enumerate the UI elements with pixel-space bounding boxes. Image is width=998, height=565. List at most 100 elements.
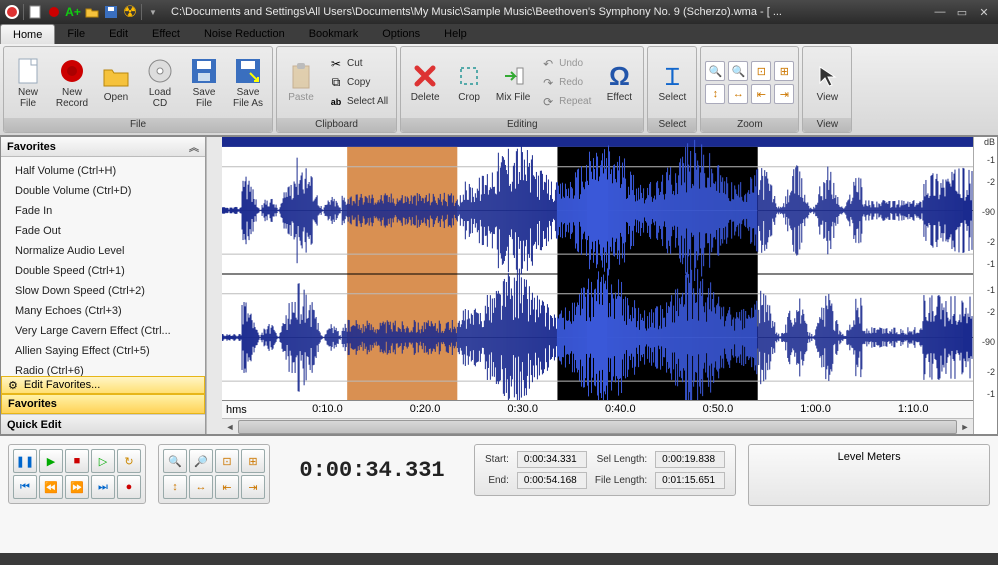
tab-bookmark[interactable]: Bookmark bbox=[297, 24, 371, 44]
end-value[interactable]: 0:00:54.168 bbox=[517, 472, 587, 489]
tab-help[interactable]: Help bbox=[432, 24, 479, 44]
scroll-right-icon[interactable]: ► bbox=[957, 419, 973, 435]
list-item[interactable]: Slow Down Speed (Ctrl+2) bbox=[1, 281, 205, 301]
chevron-up-icon: ︽ bbox=[189, 139, 199, 154]
time-tick: 0:40.0 bbox=[605, 403, 636, 415]
list-item[interactable]: Normalize Audio Level bbox=[1, 241, 205, 261]
edit-favorites-button[interactable]: ⚙Edit Favorites... bbox=[1, 376, 205, 394]
tab-home[interactable]: Home bbox=[0, 24, 55, 44]
start-value[interactable]: 0:00:34.331 bbox=[517, 451, 587, 468]
ribbon: New File New Record Open Load CD Save Fi… bbox=[0, 44, 998, 136]
group-title: Select bbox=[648, 118, 696, 132]
tab-options[interactable]: Options bbox=[370, 24, 432, 44]
open-icon[interactable] bbox=[84, 4, 100, 20]
redo-button[interactable]: ↷Redo bbox=[537, 74, 595, 92]
new-file-button[interactable]: New File bbox=[8, 55, 48, 111]
list-item[interactable]: Double Speed (Ctrl+1) bbox=[1, 261, 205, 281]
mix-file-button[interactable]: Mix File bbox=[493, 60, 533, 105]
db-label: -1 bbox=[987, 259, 995, 269]
sidebar-tab-favorites[interactable]: Favorites bbox=[1, 394, 205, 414]
zoom-full-button[interactable]: ⊡ bbox=[215, 449, 239, 473]
forward-button[interactable]: ⏩ bbox=[65, 475, 89, 499]
repeat-button[interactable]: ⟳Repeat bbox=[537, 93, 595, 111]
list-item[interactable]: Very Large Cavern Effect (Ctrl... bbox=[1, 321, 205, 341]
save-file-button[interactable]: Save File bbox=[184, 55, 224, 111]
scrollbar-thumb[interactable] bbox=[238, 420, 957, 434]
sidebar-scrollbar[interactable] bbox=[206, 137, 222, 434]
zoom-v-out-icon[interactable]: ↔ bbox=[728, 84, 748, 104]
group-title: File bbox=[4, 118, 272, 132]
plus-icon[interactable]: A+ bbox=[65, 4, 81, 20]
go-end-button[interactable]: ⏭ bbox=[91, 475, 115, 499]
horizontal-scrollbar[interactable]: ◄ ► bbox=[222, 418, 973, 434]
tab-edit[interactable]: Edit bbox=[97, 24, 140, 44]
list-item[interactable]: Fade In bbox=[1, 201, 205, 221]
list-item[interactable]: Allien Saying Effect (Ctrl+5) bbox=[1, 341, 205, 361]
zoom-fit-icon[interactable]: ⊡ bbox=[751, 61, 771, 81]
rewind-button[interactable]: ⏪ bbox=[39, 475, 63, 499]
record-button[interactable]: ● bbox=[117, 475, 141, 499]
button-label: Paste bbox=[288, 92, 314, 103]
zoom-left-icon[interactable]: ⇤ bbox=[751, 84, 771, 104]
zoom-right-button[interactable]: ⇥ bbox=[241, 475, 265, 499]
list-item[interactable]: Half Volume (Ctrl+H) bbox=[1, 161, 205, 181]
list-item[interactable]: Double Volume (Ctrl+D) bbox=[1, 181, 205, 201]
play-button[interactable]: ▶ bbox=[39, 449, 63, 473]
cut-button[interactable]: ✂Cut bbox=[325, 55, 392, 73]
hazard-icon[interactable]: ☢ bbox=[122, 4, 138, 20]
view-button[interactable]: View bbox=[807, 60, 847, 105]
sidebar-tab-quickedit[interactable]: Quick Edit bbox=[1, 414, 205, 434]
zoom-v-in-icon[interactable]: ↕ bbox=[705, 84, 725, 104]
sidebar-header[interactable]: Favorites ︽ bbox=[1, 137, 205, 157]
time-ruler[interactable]: hms 0:10.0 0:20.0 0:30.0 0:40.0 0:50.0 1… bbox=[222, 400, 973, 418]
new-file-icon[interactable] bbox=[27, 4, 43, 20]
sidebar-header-label: Favorites bbox=[7, 141, 56, 153]
sel-length-value[interactable]: 0:00:19.838 bbox=[655, 451, 725, 468]
delete-button[interactable]: Delete bbox=[405, 60, 445, 105]
undo-button[interactable]: ↶Undo bbox=[537, 55, 595, 73]
zoom-out-button[interactable]: 🔎 bbox=[189, 449, 213, 473]
save-file-as-button[interactable]: Save File As bbox=[228, 55, 268, 111]
effect-button[interactable]: ΩEffect bbox=[599, 60, 639, 105]
play-selection-button[interactable]: ▷ bbox=[91, 449, 115, 473]
record-red-icon[interactable] bbox=[46, 4, 62, 20]
stop-button[interactable]: ■ bbox=[65, 449, 89, 473]
minimize-button[interactable]: — bbox=[930, 4, 950, 20]
select-button[interactable]: ꞮSelect bbox=[652, 60, 692, 105]
button-label: Crop bbox=[458, 92, 480, 103]
close-button[interactable]: ✕ bbox=[974, 4, 994, 20]
copy-button[interactable]: ⧉Copy bbox=[325, 74, 392, 92]
new-record-button[interactable]: New Record bbox=[52, 55, 92, 111]
list-item[interactable]: Many Echoes (Ctrl+3) bbox=[1, 301, 205, 321]
load-cd-button[interactable]: Load CD bbox=[140, 55, 180, 111]
open-button[interactable]: Open bbox=[96, 60, 136, 105]
zoom-sel-icon[interactable]: ⊞ bbox=[774, 61, 794, 81]
scroll-left-icon[interactable]: ◄ bbox=[222, 419, 238, 435]
tab-file[interactable]: File bbox=[55, 24, 97, 44]
paste-button[interactable]: Paste bbox=[281, 60, 321, 105]
mix-icon bbox=[499, 62, 527, 90]
pause-button[interactable]: ❚❚ bbox=[13, 449, 37, 473]
tab-effect[interactable]: Effect bbox=[140, 24, 192, 44]
tab-noise-reduction[interactable]: Noise Reduction bbox=[192, 24, 297, 44]
loop-button[interactable]: ↻ bbox=[117, 449, 141, 473]
selection-info: Start: 0:00:34.331 Sel Length: 0:00:19.8… bbox=[474, 444, 736, 496]
list-item[interactable]: Fade Out bbox=[1, 221, 205, 241]
zoom-right-icon[interactable]: ⇥ bbox=[774, 84, 794, 104]
zoom-in-button[interactable]: 🔍 bbox=[163, 449, 187, 473]
maximize-button[interactable]: ▭ bbox=[952, 4, 972, 20]
waveform-display[interactable] bbox=[222, 137, 973, 400]
go-start-button[interactable]: ⏮ bbox=[13, 475, 37, 499]
select-all-button[interactable]: abSelect All bbox=[325, 93, 392, 111]
zoom-v-out-button[interactable]: ↔ bbox=[189, 475, 213, 499]
zoom-left-button[interactable]: ⇤ bbox=[215, 475, 239, 499]
list-item[interactable]: Radio (Ctrl+6) bbox=[1, 361, 205, 376]
save-icon[interactable] bbox=[103, 4, 119, 20]
zoom-in-icon[interactable]: 🔍 bbox=[705, 61, 725, 81]
zoom-out-icon[interactable]: 🔍 bbox=[728, 61, 748, 81]
zoom-v-in-button[interactable]: ↕ bbox=[163, 475, 187, 499]
waveform-area[interactable]: hms 0:10.0 0:20.0 0:30.0 0:40.0 0:50.0 1… bbox=[222, 137, 973, 434]
crop-button[interactable]: Crop bbox=[449, 60, 489, 105]
qat-dropdown-icon[interactable]: ▼ bbox=[145, 4, 161, 20]
zoom-selection-button[interactable]: ⊞ bbox=[241, 449, 265, 473]
